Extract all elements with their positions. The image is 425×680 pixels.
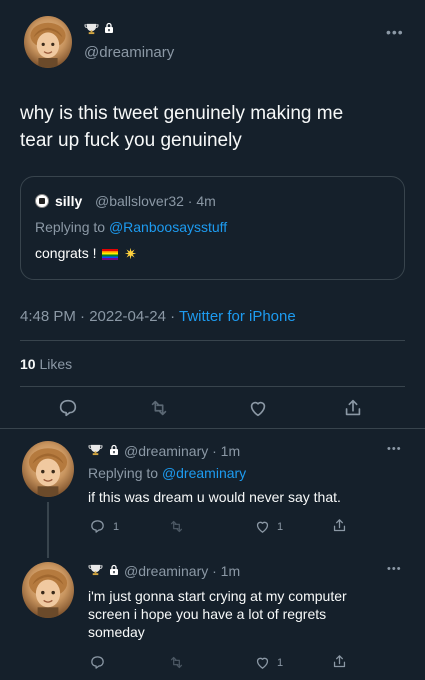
lock-icon <box>108 564 120 576</box>
more-icon[interactable]: ••• <box>387 443 402 455</box>
author-handle[interactable]: @dreaminary <box>84 44 174 61</box>
trophy-icon <box>88 563 103 576</box>
share-icon[interactable] <box>331 653 348 670</box>
avatar[interactable] <box>22 562 74 618</box>
reply-count: 1 <box>113 521 120 533</box>
reply-icon[interactable] <box>57 397 79 419</box>
reply-handle-time[interactable]: @dreaminary · 1m <box>124 443 240 459</box>
divider <box>0 428 425 429</box>
more-icon[interactable]: ••• <box>386 24 404 40</box>
quoted-handle-time: @ballslover32 · 4m <box>95 193 216 209</box>
lock-icon <box>103 22 115 34</box>
reply-icon[interactable] <box>89 518 106 535</box>
likes-label: Likes <box>39 356 73 372</box>
divider <box>20 386 405 387</box>
tweet-source-link[interactable]: Twitter for iPhone <box>179 308 296 325</box>
tweet-metadata: 4:48 PM · 2022-04-24 · Twitter for iPhon… <box>20 308 296 325</box>
quoted-replying-line: Replying to @Ranboosaysstuff <box>35 219 227 235</box>
sparkle-star-icon: ✷ <box>124 246 137 264</box>
share-icon[interactable] <box>342 397 364 419</box>
replying-prefix: Replying to <box>88 465 162 481</box>
trophy-icon <box>88 443 103 456</box>
rainbow-flag-icon <box>102 248 119 260</box>
tweet-timestamp: 4:48 PM · 2022-04-24 · <box>20 308 179 325</box>
replying-to-link[interactable]: @Ranboosaysstuff <box>109 219 227 235</box>
retweet-icon[interactable] <box>168 518 185 535</box>
quoted-tweet[interactable]: silly @ballslover32 · 4m Replying to @Ra… <box>20 176 405 280</box>
likes-summary[interactable]: 10 Likes <box>20 356 72 372</box>
replying-prefix: Replying to <box>35 219 109 235</box>
quoted-author-name: silly <box>55 193 83 209</box>
reply-handle-time[interactable]: @dreaminary · 1m <box>124 563 240 579</box>
reply-text-line: screen i hope you have a lot of regrets <box>88 606 327 622</box>
reply-replying-line: Replying to @dreaminary <box>88 465 246 481</box>
like-count: 1 <box>277 521 284 533</box>
avatar[interactable] <box>22 441 74 497</box>
like-icon[interactable] <box>254 654 271 671</box>
tweet-text-line: tear up fuck you genuinely <box>20 130 242 151</box>
retweet-icon[interactable] <box>148 397 170 419</box>
like-icon[interactable] <box>254 518 271 535</box>
like-count: 1 <box>277 657 284 669</box>
lock-icon <box>108 444 120 456</box>
tweet-text: why is this tweet genuinely making me te… <box>20 100 343 154</box>
reply-text-line: someday <box>88 624 145 640</box>
quoted-text-body: congrats ! <box>35 245 101 261</box>
divider <box>20 340 405 341</box>
reply-text: if this was dream u would never say that… <box>88 489 341 505</box>
likes-count: 10 <box>20 356 36 372</box>
share-icon[interactable] <box>331 517 348 534</box>
quoted-avatar <box>35 194 49 208</box>
reply-text-line: i'm just gonna start crying at my comput… <box>88 588 347 604</box>
quoted-text: congrats ! ✷ <box>35 245 137 263</box>
tweet-text-line: why is this tweet genuinely making me <box>20 103 344 124</box>
thread-line <box>47 502 49 558</box>
reply-icon[interactable] <box>89 654 106 671</box>
like-icon[interactable] <box>247 397 269 419</box>
replying-to-link[interactable]: @dreaminary <box>162 465 246 481</box>
trophy-icon <box>84 22 99 35</box>
retweet-icon[interactable] <box>168 654 185 671</box>
reply-text: i'm just gonna start crying at my comput… <box>88 587 347 641</box>
avatar[interactable] <box>24 16 72 68</box>
more-icon[interactable]: ••• <box>387 563 402 575</box>
